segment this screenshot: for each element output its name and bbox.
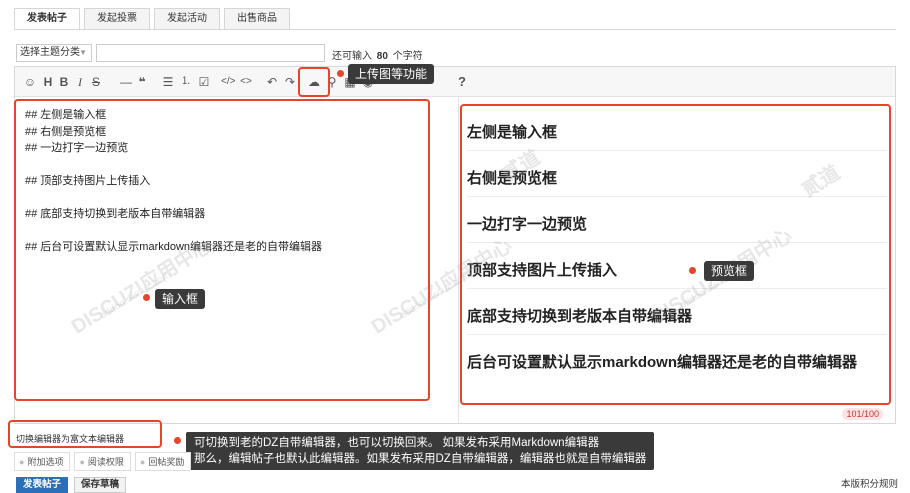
task-list-icon[interactable]: ☑ (197, 74, 211, 90)
annotation-preview-callout: 预览框 (704, 261, 755, 281)
char-counter-badge: 101/100 (842, 408, 883, 420)
annotation-preview-box (460, 104, 891, 405)
tabs-divider (14, 29, 896, 30)
unordered-list-icon[interactable]: ☰ (161, 74, 175, 90)
tab-sell-item[interactable]: 出售商品 (224, 8, 290, 30)
annotation-switch-callout: 可切换到老的DZ自带编辑器，也可以切换回来。 如果发布采用Markdown编辑器… (186, 432, 655, 470)
bold-icon[interactable]: B (57, 74, 71, 90)
undo-icon[interactable]: ↶ (265, 74, 279, 90)
chevron-down-icon: ▼ (79, 48, 87, 57)
option-extra[interactable]: ● 附加选项 (14, 452, 71, 471)
strikethrough-icon[interactable]: S (89, 74, 103, 90)
heading-icon[interactable]: H (41, 74, 55, 90)
italic-icon[interactable]: I (73, 74, 87, 90)
char-hint-prefix: 还可输入 (332, 51, 372, 62)
bullet-icon: ● (19, 457, 25, 467)
option-reply-reward[interactable]: ● 回帖奖励 (134, 452, 192, 471)
char-count-hint: 还可输入 80 个字符 (332, 47, 423, 62)
title-input[interactable] (96, 44, 325, 62)
option-read-permission-label: 阅读权限 (87, 457, 124, 467)
smile-icon[interactable]: ☺ (23, 74, 37, 90)
annotation-switch-line2: 那么，编辑帖子也默认此编辑器。如果发布采用DZ自带编辑器，编辑器也就是自带编辑器 (194, 453, 647, 465)
save-draft-button[interactable]: 保存草稿 (74, 477, 126, 493)
bullet-icon: ● (139, 457, 146, 467)
annotation-dot (689, 267, 696, 274)
char-hint-suffix: 个字符 (392, 51, 423, 62)
annotation-dot (337, 70, 344, 77)
redo-icon[interactable]: ↷ (283, 74, 297, 90)
post-type-tabs: 发表帖子 发起投票 发起活动 出售商品 (14, 8, 294, 30)
help-icon[interactable]: ? (455, 74, 469, 90)
char-hint-count: 80 (376, 51, 388, 62)
inline-code-icon[interactable]: </> (221, 74, 235, 90)
tab-post-thread[interactable]: 发表帖子 (14, 8, 80, 30)
switch-editor-link[interactable]: 切换编辑器为富文本编辑器 (16, 432, 124, 445)
annotation-input-callout: 输入框 (155, 289, 206, 309)
code-block-icon[interactable]: <> (239, 74, 253, 90)
editor-toolbar: ☺ H B I S — ❝ ☰ ⒈ ☑ </> <> ↶ ↷ ☁ ⚲ ▦ ◉ ? (15, 67, 895, 97)
option-read-permission[interactable]: ● 阅读权限 (74, 452, 131, 471)
option-extra-label: 附加选项 (27, 457, 64, 467)
bullet-icon: ● (79, 457, 85, 467)
category-select[interactable]: 选择主题分类 ▼ (16, 44, 92, 62)
annotation-dot (174, 437, 181, 444)
hr-icon[interactable]: — (119, 74, 133, 90)
annotation-upload-callout: 上传图等功能 (348, 64, 435, 84)
tab-start-poll[interactable]: 发起投票 (84, 8, 150, 30)
annotation-dot (143, 294, 150, 301)
quote-icon[interactable]: ❝ (135, 74, 149, 90)
post-options: ● 附加选项 ● 阅读权限 ● 回帖奖励 (14, 452, 195, 471)
post-button[interactable]: 发表帖子 (16, 477, 68, 493)
tab-start-activity[interactable]: 发起活动 (154, 8, 220, 30)
annotation-upload-box (298, 67, 330, 97)
annotation-input-box (14, 99, 430, 401)
category-select-label: 选择主题分类 (20, 47, 80, 58)
option-reply-reward-label: 回帖奖励 (148, 457, 185, 467)
ordered-list-icon[interactable]: ⒈ (179, 74, 193, 90)
points-rules-link[interactable]: 本版积分规则 (841, 476, 898, 490)
annotation-switch-line1: 可切换到老的DZ自带编辑器，也可以切换回来。 如果发布采用Markdown编辑器 (194, 437, 600, 449)
